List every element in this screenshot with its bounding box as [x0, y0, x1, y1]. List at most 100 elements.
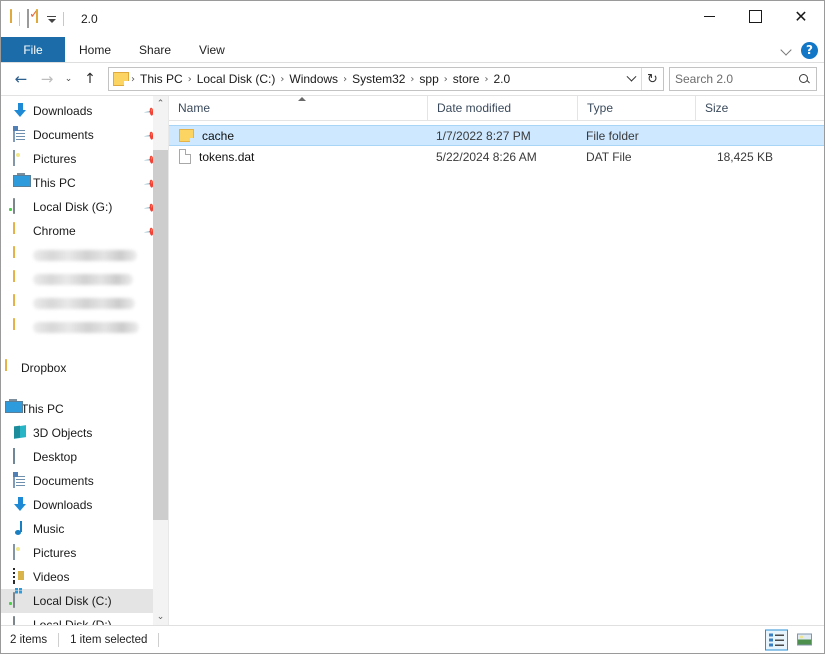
- folder-icon: [13, 318, 30, 335]
- sidebar-item-this-pc-quick[interactable]: This PC 📌: [1, 171, 168, 195]
- sidebar-item-label: Downloads: [33, 498, 93, 512]
- column-header-type[interactable]: Type: [577, 96, 695, 120]
- help-icon[interactable]: ?: [801, 41, 818, 59]
- document-icon: [13, 126, 30, 143]
- sidebar-item-label: Videos: [33, 570, 70, 584]
- sidebar-item-music[interactable]: Music: [1, 517, 168, 541]
- column-header-size[interactable]: Size: [695, 96, 782, 120]
- sidebar-item-documents-quick[interactable]: Documents 📌: [1, 123, 168, 147]
- maximize-button[interactable]: [732, 1, 778, 31]
- forward-button[interactable]: →: [34, 66, 60, 92]
- sidebar-item-3d-objects[interactable]: 3D Objects: [1, 421, 168, 445]
- sidebar-item-downloads[interactable]: Downloads: [1, 493, 168, 517]
- sidebar-item-documents[interactable]: Documents: [1, 469, 168, 493]
- breadcrumb-system32[interactable]: System32: [349, 72, 408, 86]
- chevron-down-icon[interactable]: [42, 15, 56, 23]
- explorer-body: Downloads 📌 Documents 📌 Pictures 📌 This …: [1, 95, 824, 625]
- table-row[interactable]: tokens.dat 5/22/2024 8:26 AM DAT File 18…: [169, 146, 824, 167]
- sidebar-item-redacted-3[interactable]: [1, 291, 168, 315]
- computer-icon: [13, 175, 30, 191]
- sidebar-item-label: Documents: [33, 128, 94, 142]
- ribbon-right-controls: ?: [781, 37, 818, 63]
- sidebar-item-local-disk-c[interactable]: Local Disk (C:): [1, 589, 168, 613]
- breadcrumb-windows[interactable]: Windows: [286, 72, 341, 86]
- tab-share[interactable]: Share: [125, 37, 185, 62]
- large-icons-view-icon: [797, 633, 812, 646]
- large-icons-view-button[interactable]: [793, 629, 816, 650]
- address-dropdown-icon[interactable]: [621, 68, 641, 90]
- search-input[interactable]: Search 2.0: [675, 72, 796, 86]
- sidebar-item-chrome[interactable]: Chrome 📌: [1, 219, 168, 243]
- view-buttons: [765, 629, 816, 650]
- scrollbar-thumb[interactable]: [153, 150, 168, 520]
- breadcrumb-2-0[interactable]: 2.0: [490, 72, 513, 86]
- search-box[interactable]: Search 2.0: [669, 67, 817, 91]
- refresh-icon[interactable]: ↻: [641, 68, 663, 90]
- back-button[interactable]: ←: [8, 66, 34, 92]
- chevron-down-icon[interactable]: [781, 44, 793, 56]
- breadcrumb-this-pc[interactable]: This PC: [137, 72, 186, 86]
- sidebar-item-downloads-quick[interactable]: Downloads 📌: [1, 99, 168, 123]
- status-divider-2: [158, 632, 160, 647]
- sidebar-item-redacted-1[interactable]: [1, 243, 168, 267]
- sidebar-item-redacted-4[interactable]: [1, 315, 168, 339]
- folder-icon: [13, 222, 30, 239]
- tab-home[interactable]: Home: [65, 37, 125, 62]
- music-icon: [13, 521, 30, 537]
- sidebar-item-dropbox[interactable]: Dropbox: [1, 356, 168, 380]
- video-icon: [13, 568, 30, 585]
- item-count-label: 2 items: [10, 633, 48, 646]
- folder-icon: [13, 294, 30, 311]
- sidebar-item-local-disk-g[interactable]: Local Disk (G:) 📌: [1, 195, 168, 219]
- column-header-name[interactable]: Name: [169, 96, 427, 120]
- breadcrumb-separator: ›: [131, 73, 135, 85]
- windows-drive-icon: [13, 592, 30, 609]
- status-bar: 2 items 1 item selected: [1, 625, 824, 653]
- breadcrumb-spp[interactable]: spp: [416, 72, 441, 86]
- up-button[interactable]: ↑: [77, 66, 103, 92]
- recent-locations-icon[interactable]: ⌄: [60, 66, 77, 92]
- document-icon: [13, 472, 30, 489]
- properties-icon[interactable]: [27, 9, 29, 28]
- dat-file-icon: [179, 149, 191, 164]
- sidebar-item-desktop[interactable]: Desktop: [1, 445, 168, 469]
- tab-view[interactable]: View: [185, 37, 239, 62]
- search-icon[interactable]: [798, 73, 811, 86]
- minimize-button[interactable]: [686, 1, 732, 31]
- scrollbar-track[interactable]: [153, 112, 168, 609]
- breadcrumb-separator: ›: [280, 73, 285, 85]
- sidebar-item-videos[interactable]: Videos: [1, 565, 168, 589]
- close-button[interactable]: ✕: [778, 1, 824, 31]
- breadcrumb-separator: ›: [343, 73, 348, 85]
- 3d-objects-icon: [13, 425, 30, 441]
- sidebar-item-label: Dropbox: [21, 361, 67, 375]
- download-icon: [13, 497, 30, 513]
- sidebar-item-label: This PC: [21, 402, 64, 416]
- status-divider: [58, 632, 60, 647]
- folder-icon[interactable]: [10, 9, 12, 28]
- sidebar-scrollbar[interactable]: ⌃ ⌄: [153, 96, 168, 625]
- breadcrumb-local-disk-c[interactable]: Local Disk (C:): [194, 72, 279, 86]
- redacted-label: [33, 273, 133, 285]
- sidebar-item-this-pc-root[interactable]: This PC: [1, 397, 168, 421]
- table-row[interactable]: cache 1/7/2022 8:27 PM File folder: [169, 125, 824, 146]
- tab-file[interactable]: File: [1, 37, 65, 62]
- redacted-label: [33, 321, 139, 333]
- sidebar-item-label: Local Disk (D:): [33, 618, 112, 625]
- breadcrumb-store[interactable]: store: [450, 72, 483, 86]
- scroll-up-icon[interactable]: ⌃: [153, 96, 168, 112]
- sidebar-item-local-disk-d[interactable]: Local Disk (D:): [1, 613, 168, 625]
- sidebar-item-pictures[interactable]: Pictures: [1, 541, 168, 565]
- sidebar-item-redacted-2[interactable]: [1, 267, 168, 291]
- file-rows: cache 1/7/2022 8:27 PM File folder token…: [169, 121, 824, 625]
- sidebar-item-pictures-quick[interactable]: Pictures 📌: [1, 147, 168, 171]
- picture-icon: [13, 544, 30, 561]
- sidebar-item-label: Pictures: [33, 152, 77, 166]
- qat-divider-2: [63, 12, 64, 26]
- column-header-date-modified[interactable]: Date modified: [427, 96, 577, 120]
- address-bar[interactable]: › This PC › Local Disk (C:) › Windows › …: [108, 67, 664, 91]
- details-view-button[interactable]: [765, 629, 788, 650]
- new-folder-icon[interactable]: [36, 9, 38, 28]
- scroll-down-icon[interactable]: ⌄: [153, 609, 168, 625]
- file-name-label: cache: [202, 128, 235, 143]
